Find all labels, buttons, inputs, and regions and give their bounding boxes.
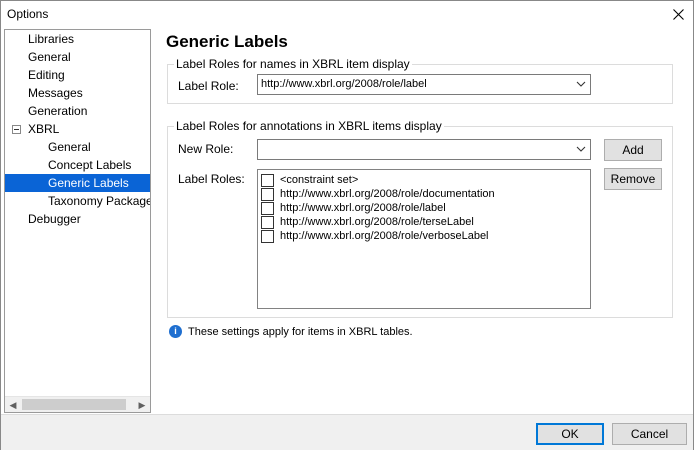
- dialog-footer: OK Cancel: [1, 414, 693, 450]
- role-label: http://www.xbrl.org/2008/role/terseLabel: [280, 216, 474, 228]
- label-role-group: Label Roles for names in XBRL item displ…: [167, 57, 673, 104]
- new-role-combobox[interactable]: [257, 139, 591, 160]
- close-button[interactable]: [663, 1, 693, 27]
- new-role-label: New Role:: [178, 142, 234, 156]
- cancel-button-label: Cancel: [630, 427, 669, 441]
- ok-button-label: OK: [561, 427, 579, 441]
- tree-item-messages[interactable]: Messages: [25, 84, 83, 102]
- tree-item-concept-labels[interactable]: Concept Labels: [45, 156, 131, 174]
- tree-item-libraries[interactable]: Libraries: [25, 30, 74, 48]
- cancel-button[interactable]: Cancel: [612, 423, 687, 445]
- scroll-left-icon[interactable]: ◀: [5, 397, 21, 412]
- horizontal-scrollbar[interactable]: ◀ ▶: [5, 396, 150, 412]
- label-roles-list[interactable]: <constraint set> http://www.xbrl.org/200…: [257, 169, 591, 309]
- info-message: These settings apply for items in XBRL t…: [188, 326, 413, 338]
- chevron-down-icon: [576, 146, 586, 152]
- remove-button[interactable]: Remove: [604, 168, 662, 190]
- options-window: Options Libraries General Editing Messag…: [0, 0, 694, 450]
- page-title: Generic Labels: [166, 32, 288, 51]
- tree-item-editing[interactable]: Editing: [25, 66, 65, 84]
- label-role-label: Label Role:: [178, 79, 239, 93]
- annotation-roles-group-title: Label Roles for annotations in XBRL item…: [174, 119, 444, 133]
- options-tree[interactable]: Libraries General Editing Messages Gener…: [4, 29, 151, 413]
- tree-item-taxonomy-package[interactable]: Taxonomy Package: [45, 192, 150, 210]
- label-role-group-title: Label Roles for names in XBRL item displ…: [174, 57, 412, 71]
- label-role-value: http://www.xbrl.org/2008/role/label: [261, 78, 427, 90]
- tree-item-general[interactable]: General: [25, 48, 71, 66]
- role-checkbox[interactable]: [261, 187, 274, 201]
- list-item[interactable]: <constraint set>: [261, 173, 358, 187]
- role-label: <constraint set>: [280, 174, 359, 186]
- close-icon: [672, 8, 684, 20]
- scroll-right-icon[interactable]: ▶: [134, 397, 150, 412]
- annotation-roles-group: Label Roles for annotations in XBRL item…: [167, 119, 673, 318]
- role-checkbox[interactable]: [261, 215, 274, 229]
- tree-item-xbrl-general[interactable]: General: [45, 138, 91, 156]
- tree-item-generic-labels[interactable]: Generic Labels: [5, 174, 150, 192]
- collapse-icon[interactable]: [12, 125, 21, 134]
- label-roles-label: Label Roles:: [178, 172, 245, 186]
- role-checkbox[interactable]: [261, 229, 274, 243]
- tree-item-xbrl[interactable]: XBRL: [25, 120, 59, 138]
- label-role-combobox[interactable]: http://www.xbrl.org/2008/role/label: [257, 74, 591, 95]
- chevron-down-icon: [576, 81, 586, 87]
- tree-item-debugger[interactable]: Debugger: [25, 210, 81, 228]
- role-checkbox[interactable]: [261, 173, 274, 187]
- info-icon: i: [169, 325, 182, 338]
- list-item[interactable]: http://www.xbrl.org/2008/role/label: [261, 201, 446, 215]
- window-title: Options: [7, 7, 49, 21]
- list-item[interactable]: http://www.xbrl.org/2008/role/terseLabel: [261, 215, 474, 229]
- settings-panel: Generic Labels Label Roles for names in …: [153, 29, 693, 413]
- title-bar: Options: [1, 1, 693, 27]
- role-checkbox[interactable]: [261, 201, 274, 215]
- scroll-thumb[interactable]: [22, 399, 126, 410]
- role-label: http://www.xbrl.org/2008/role/label: [280, 202, 446, 214]
- list-item[interactable]: http://www.xbrl.org/2008/role/verboseLab…: [261, 229, 489, 243]
- add-button-label: Add: [622, 143, 644, 157]
- role-label: http://www.xbrl.org/2008/role/verboseLab…: [280, 230, 489, 242]
- list-item[interactable]: http://www.xbrl.org/2008/role/documentat…: [261, 187, 495, 201]
- ok-button[interactable]: OK: [536, 423, 604, 445]
- tree-item-generation[interactable]: Generation: [25, 102, 87, 120]
- add-button[interactable]: Add: [604, 139, 662, 161]
- role-label: http://www.xbrl.org/2008/role/documentat…: [280, 188, 495, 200]
- remove-button-label: Remove: [610, 172, 656, 186]
